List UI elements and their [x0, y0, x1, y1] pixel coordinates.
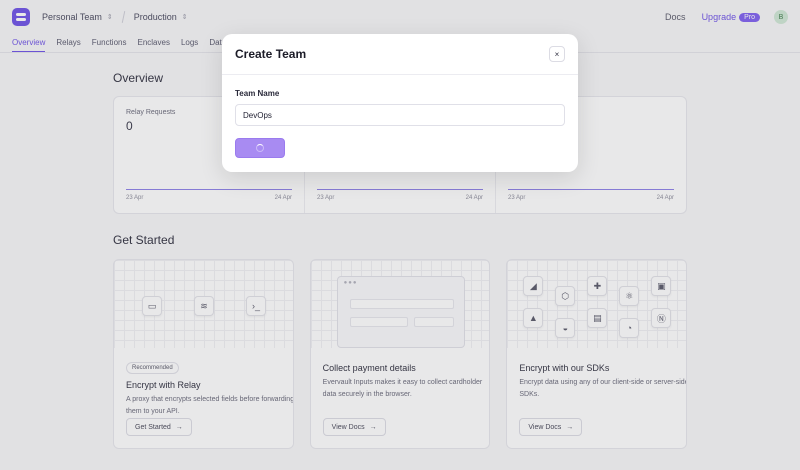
close-icon: × — [554, 49, 560, 59]
team-name-input[interactable] — [235, 104, 565, 126]
close-button[interactable]: × — [549, 46, 565, 62]
loading-spinner-icon — [256, 144, 264, 152]
modal-header: Create Team × — [222, 34, 578, 75]
create-team-modal: Create Team × Team Name — [222, 34, 578, 172]
team-name-label: Team Name — [235, 89, 280, 98]
modal-title: Create Team — [235, 47, 307, 61]
create-team-button[interactable] — [235, 138, 285, 158]
